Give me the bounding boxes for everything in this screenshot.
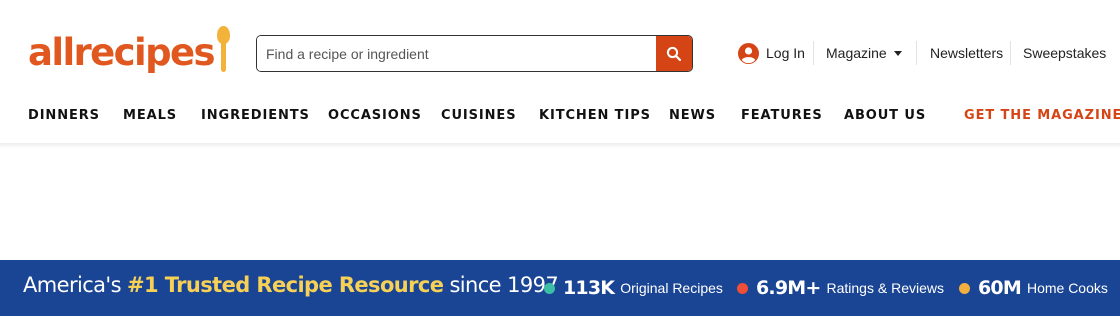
- stat-value: 113K: [563, 277, 615, 299]
- user-icon: [738, 42, 759, 64]
- search-input[interactable]: [257, 36, 656, 71]
- stat-ratings-reviews: 6.9M+ Ratings & Reviews: [737, 277, 944, 299]
- newsletters-link[interactable]: Newsletters: [930, 40, 1003, 66]
- nav-item-about-us[interactable]: ABOUT US: [844, 108, 926, 123]
- nav-item-occasions[interactable]: OCCASIONS: [328, 108, 422, 123]
- spoon-icon: [215, 26, 231, 76]
- search-icon: [666, 46, 682, 61]
- stat-label: Original Recipes: [620, 280, 723, 296]
- stat-label: Home Cooks: [1026, 280, 1108, 296]
- nav-item-dinners[interactable]: DINNERS: [28, 108, 100, 123]
- nav-item-news[interactable]: NEWS: [669, 108, 716, 123]
- stat-value: 60M: [978, 277, 1022, 299]
- stat-home-cooks: 60M Home Cooks: [959, 277, 1108, 299]
- login-label: Log In: [766, 45, 805, 61]
- caret-down-icon: [893, 51, 902, 56]
- nav-item-kitchen-tips[interactable]: KITCHEN TIPS: [539, 108, 651, 123]
- magazine-dropdown[interactable]: Magazine: [826, 40, 902, 66]
- divider: [916, 41, 917, 65]
- headline-highlight: #1 Trusted Recipe Resource: [127, 273, 444, 297]
- header-shadow: [0, 143, 1120, 148]
- search-button[interactable]: [656, 36, 692, 71]
- trust-banner: America's #1 Trusted Recipe Resource sin…: [0, 260, 1120, 316]
- site-header: allrecipes Log In Magazine Newsletters S…: [0, 0, 1120, 100]
- orange-dot-icon: [959, 282, 970, 294]
- stat-label: Ratings & Reviews: [826, 280, 945, 296]
- login-link[interactable]: Log In: [738, 40, 805, 66]
- divider: [813, 41, 814, 65]
- logo-wordmark: allrecipes: [28, 31, 216, 74]
- allrecipes-logo[interactable]: allrecipes: [28, 26, 231, 80]
- teal-dot-icon: [544, 282, 555, 294]
- magazine-label: Magazine: [826, 45, 887, 61]
- banner-headline: America's #1 Trusted Recipe Resource sin…: [23, 273, 559, 297]
- search-form: [256, 35, 693, 72]
- sweepstakes-link[interactable]: Sweepstakes: [1023, 40, 1106, 66]
- main-nav: DINNERS MEALS INGREDIENTS OCCASIONS CUIS…: [0, 100, 1120, 134]
- get-the-magazine-link[interactable]: GET THE MAGAZINE: [964, 108, 1120, 123]
- stat-original-recipes: 113K Original Recipes: [544, 277, 723, 299]
- nav-item-features[interactable]: FEATURES: [741, 108, 823, 123]
- red-dot-icon: [737, 282, 748, 294]
- divider: [1010, 41, 1011, 65]
- nav-item-ingredients[interactable]: INGREDIENTS: [201, 108, 310, 123]
- stat-value: 6.9M+: [756, 277, 821, 299]
- nav-item-meals[interactable]: MEALS: [123, 108, 177, 123]
- nav-item-cuisines[interactable]: CUISINES: [441, 108, 516, 123]
